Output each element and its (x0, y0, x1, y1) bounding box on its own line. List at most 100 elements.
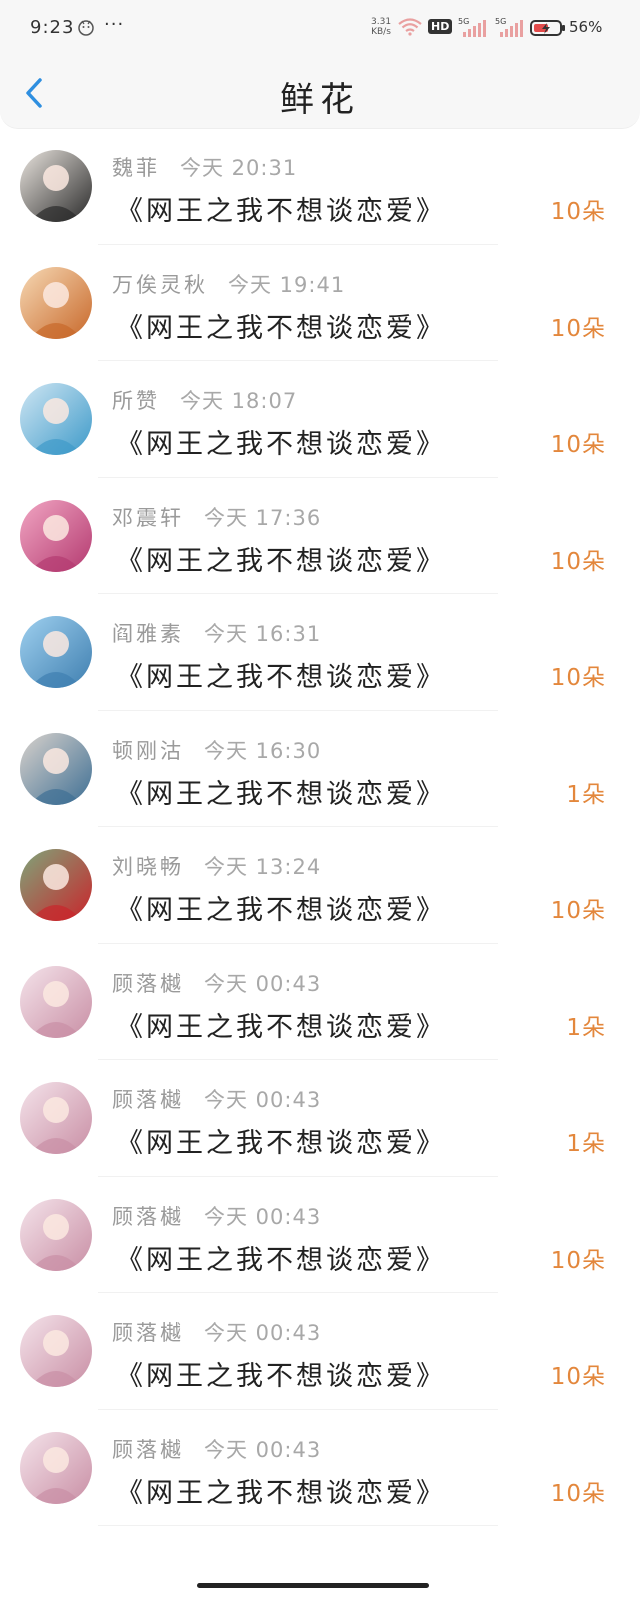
list-item[interactable]: 阎雅素 今天 16:31 《网王之我不想谈恋爱》 10朵 (0, 594, 640, 711)
sender-line: 所赞 今天 18:07 (112, 385, 297, 415)
send-time: 今天 00:43 (204, 1321, 322, 1345)
network-speed: 3.31 KB/s (371, 17, 392, 37)
send-time: 今天 20:31 (180, 156, 298, 180)
flower-count: 1朵 (566, 1014, 606, 1041)
avatar[interactable] (20, 150, 92, 222)
sender-name: 邓震轩 (112, 505, 184, 530)
home-indicator[interactable] (197, 1583, 429, 1588)
book-title: 《网王之我不想谈恋爱》 (116, 1128, 446, 1159)
hd-voice-badge: HD (428, 19, 453, 34)
flower-count: 10朵 (550, 665, 606, 691)
sender-line: 刘晓畅 今天 13:24 (112, 851, 321, 881)
book-title: 《网王之我不想谈恋爱》 (116, 1361, 446, 1392)
list-item[interactable]: 万俟灵秋 今天 19:41 《网王之我不想谈恋爱》 10朵 (0, 245, 640, 361)
list-item[interactable]: 刘晓畅 今天 13:24 《网王之我不想谈恋爱》 10朵 (0, 827, 640, 944)
sender-line: 顾落樾 今天 00:43 (112, 1201, 321, 1231)
book-title: 《网王之我不想谈恋爱》 (116, 196, 446, 227)
avatar[interactable] (20, 849, 92, 921)
divider (98, 1525, 498, 1526)
flower-count: 10朵 (550, 1247, 606, 1274)
book-title: 《网王之我不想谈恋爱》 (116, 778, 446, 810)
sender-name: 顾落樾 (112, 1204, 184, 1229)
avatar[interactable] (20, 266, 92, 339)
book-title: 《网王之我不想谈恋爱》 (116, 1244, 446, 1276)
sender-line: 万俟灵秋 今天 19:41 (112, 269, 345, 299)
book-title: 《网王之我不想谈恋爱》 (116, 429, 446, 460)
send-time: 今天 00:43 (204, 971, 322, 996)
sender-name: 顾落樾 (112, 1437, 184, 1462)
send-time: 今天 00:43 (204, 1088, 322, 1112)
list-item[interactable]: 顿刚沽 今天 16:30 《网王之我不想谈恋爱》 1朵 (0, 711, 640, 827)
more-notifications-icon: ··· (104, 14, 125, 35)
send-time: 今天 13:24 (204, 855, 322, 879)
send-time: 今天 00:43 (204, 1204, 322, 1229)
sender-line: 顾落樾 今天 00:43 (112, 1084, 321, 1114)
list-item[interactable]: 邓震轩 今天 17:36 《网王之我不想谈恋爱》 10朵 (0, 478, 640, 594)
cell-signal-icon-2: 5G (495, 17, 523, 37)
battery-icon (530, 20, 565, 36)
book-title: 《网王之我不想谈恋爱》 (116, 662, 446, 693)
list-item[interactable]: 魏菲 今天 20:31 《网王之我不想谈恋爱》 10朵 (0, 128, 640, 245)
sender-name: 魏菲 (112, 156, 160, 180)
sender-line: 顾落樾 今天 00:43 (112, 968, 321, 998)
flower-count: 10朵 (550, 898, 606, 924)
wifi-icon (398, 18, 422, 36)
avatar[interactable] (20, 499, 92, 572)
app-notification-icon (78, 20, 94, 36)
list-item[interactable]: 顾落樾 今天 00:43 《网王之我不想谈恋爱》 1朵 (0, 1060, 640, 1177)
flower-count: 10朵 (550, 315, 606, 342)
sender-name: 顾落樾 (112, 1088, 184, 1112)
sender-line: 顾落樾 今天 00:43 (112, 1317, 321, 1347)
send-time: 今天 00:43 (204, 1437, 322, 1462)
avatar[interactable] (20, 965, 92, 1038)
sender-line: 邓震轩 今天 17:36 (112, 502, 321, 532)
avatar[interactable] (20, 616, 92, 688)
status-time: 9:23 (30, 17, 75, 38)
flower-gift-list: 魏菲 今天 20:31 《网王之我不想谈恋爱》 10朵 万俟灵秋 今天 19:41 … (0, 128, 640, 1526)
sender-line: 顿刚沽 今天 16:30 (112, 735, 321, 765)
sender-name: 顾落樾 (112, 971, 184, 996)
book-title: 《网王之我不想谈恋爱》 (116, 312, 446, 344)
book-title: 《网王之我不想谈恋爱》 (116, 1477, 446, 1509)
status-bar: 9:23 ··· 3.31 KB/s HD 5G 5G 56% (0, 0, 640, 58)
list-item[interactable]: 顾落樾 今天 00:43 《网王之我不想谈恋爱》 10朵 (0, 1293, 640, 1410)
sender-line: 阎雅素 今天 16:31 (112, 618, 321, 648)
header: 鲜花 (0, 58, 640, 129)
book-title: 《网王之我不想谈恋爱》 (116, 545, 446, 577)
avatar[interactable] (20, 732, 92, 805)
sender-name: 顿刚沽 (112, 738, 184, 763)
avatar[interactable] (20, 383, 92, 455)
flower-count: 10朵 (550, 1480, 606, 1507)
flower-count: 1朵 (566, 1131, 606, 1157)
avatar[interactable] (20, 1431, 92, 1504)
list-item[interactable]: 顾落樾 今天 00:43 《网王之我不想谈恋爱》 10朵 (0, 1410, 640, 1526)
send-time: 今天 17:36 (204, 505, 322, 530)
list-item[interactable]: 顾落樾 今天 00:43 《网王之我不想谈恋爱》 10朵 (0, 1177, 640, 1293)
sender-name: 万俟灵秋 (112, 272, 208, 297)
sender-name: 所赞 (112, 389, 160, 413)
battery-percent: 56% (569, 18, 603, 36)
send-time: 今天 16:31 (204, 622, 322, 646)
sender-name: 阎雅素 (112, 622, 184, 646)
flower-count: 10朵 (550, 199, 606, 225)
flower-count: 10朵 (550, 548, 606, 575)
avatar[interactable] (20, 1198, 92, 1271)
cell-signal-icon: 5G (458, 17, 486, 37)
list-item[interactable]: 所赞 今天 18:07 《网王之我不想谈恋爱》 10朵 (0, 361, 640, 478)
flower-count: 10朵 (550, 1364, 606, 1390)
list-item[interactable]: 顾落樾 今天 00:43 《网王之我不想谈恋爱》 1朵 (0, 944, 640, 1060)
avatar[interactable] (20, 1315, 92, 1387)
flower-count: 1朵 (566, 781, 606, 808)
book-title: 《网王之我不想谈恋爱》 (116, 895, 446, 926)
sender-line: 魏菲 今天 20:31 (112, 152, 297, 182)
page-title: 鲜花 (280, 80, 360, 120)
send-time: 今天 18:07 (180, 389, 298, 413)
signal-2-label: 5G (495, 17, 506, 26)
send-time: 今天 19:41 (228, 272, 346, 297)
sender-name: 顾落樾 (112, 1321, 184, 1345)
send-time: 今天 16:30 (204, 738, 322, 763)
sender-line: 顾落樾 今天 00:43 (112, 1434, 321, 1464)
sender-name: 刘晓畅 (112, 855, 184, 879)
book-title: 《网王之我不想谈恋爱》 (116, 1011, 446, 1043)
avatar[interactable] (20, 1082, 92, 1154)
